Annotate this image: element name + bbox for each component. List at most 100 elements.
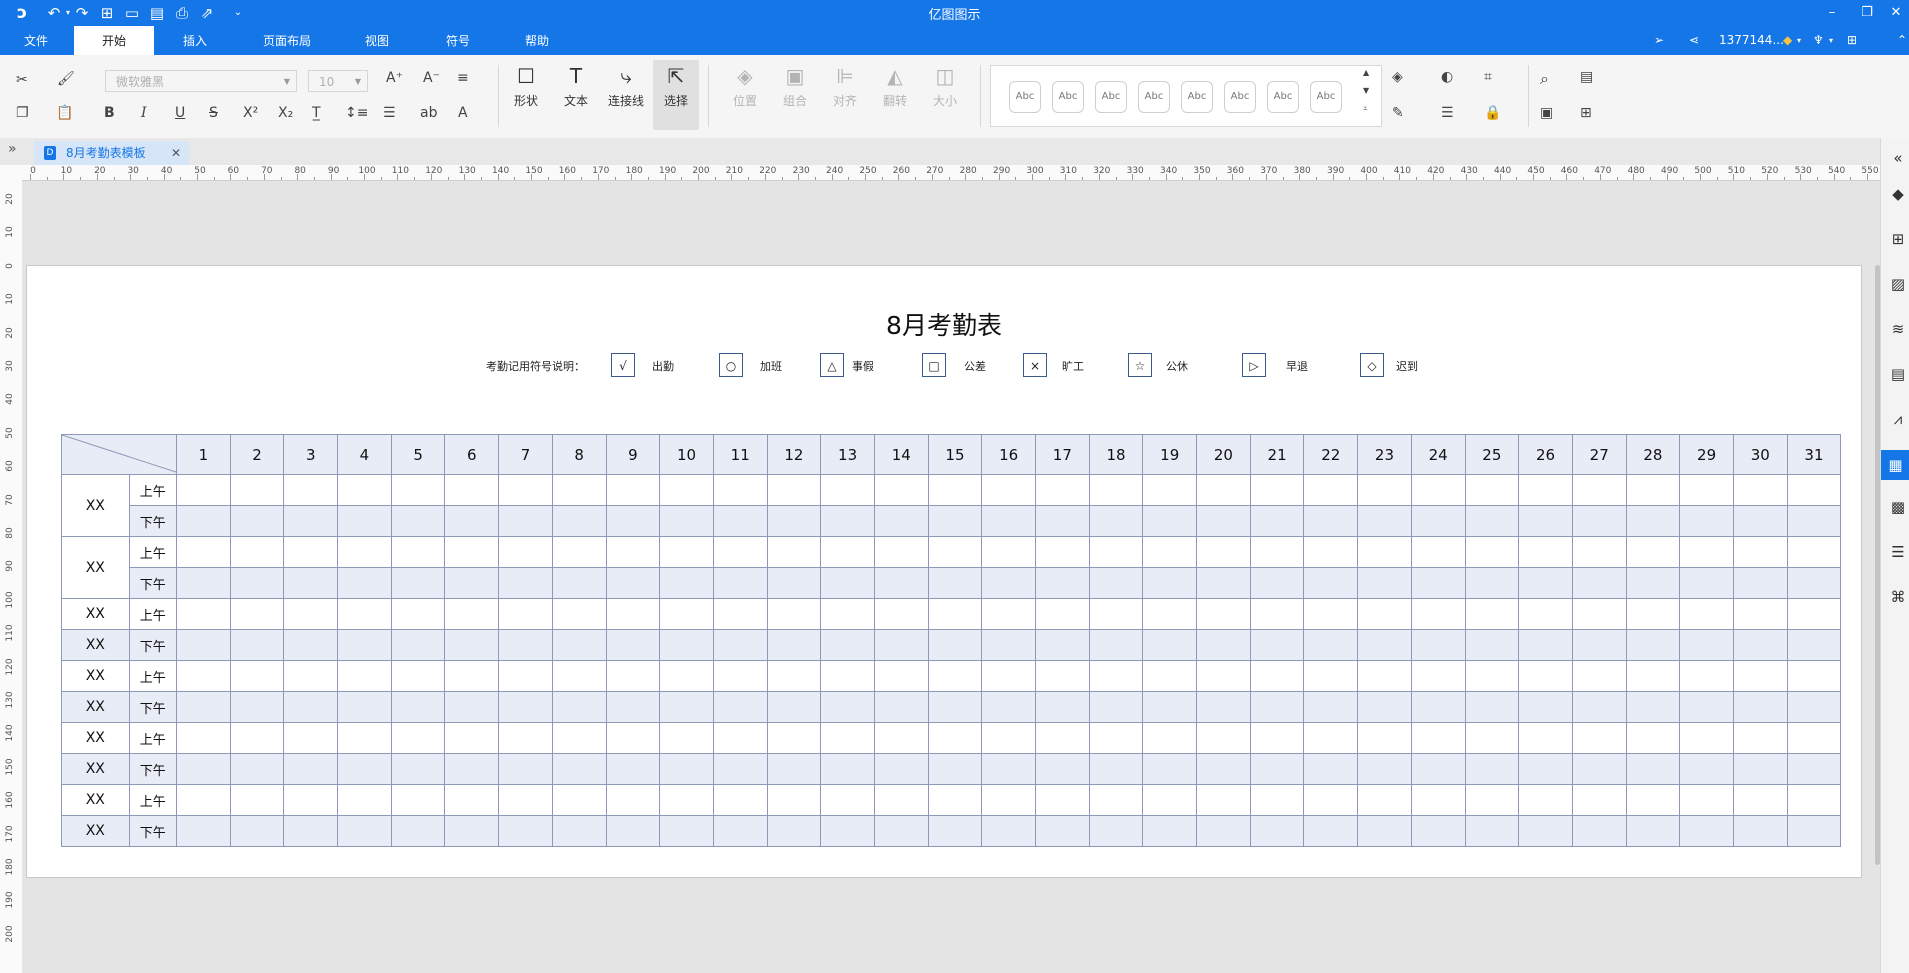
attendance-cell[interactable] <box>1196 567 1251 599</box>
italic-icon[interactable]: I <box>141 105 147 121</box>
attendance-cell[interactable] <box>605 629 661 661</box>
attendance-cell[interactable] <box>283 722 339 754</box>
attendance-cell[interactable] <box>766 691 822 723</box>
attendance-cell[interactable] <box>1249 536 1305 568</box>
period-cell[interactable]: 上午 <box>128 784 178 816</box>
attendance-cell[interactable] <box>283 474 339 506</box>
line-spacing-icon[interactable]: ↕≡ <box>345 105 368 121</box>
attendance-cell[interactable] <box>1303 784 1359 816</box>
day-header-cell[interactable]: 12 <box>766 434 822 475</box>
day-header-cell[interactable]: 3 <box>283 434 339 475</box>
attendance-cell[interactable] <box>337 815 392 847</box>
attendance-cell[interactable] <box>766 815 822 847</box>
attendance-cell[interactable] <box>1732 691 1788 723</box>
attendance-cell[interactable] <box>337 536 392 568</box>
legend-symbol[interactable]: △ <box>820 353 844 377</box>
attendance-cell[interactable] <box>820 722 875 754</box>
attendance-cell[interactable] <box>1088 660 1144 692</box>
attendance-cell[interactable] <box>712 536 768 568</box>
attendance-cell[interactable] <box>498 753 553 785</box>
attendance-cell[interactable] <box>1410 815 1466 847</box>
attendance-cell[interactable] <box>1142 660 1198 692</box>
attendance-cell[interactable] <box>1786 567 1842 599</box>
attendance-cell[interactable] <box>605 536 661 568</box>
attendance-cell[interactable] <box>981 784 1036 816</box>
attendance-cell[interactable] <box>1464 505 1520 537</box>
day-header-cell[interactable]: 20 <box>1196 434 1251 475</box>
tab-help[interactable]: 帮助 <box>515 26 559 55</box>
attendance-cell[interactable] <box>1464 753 1520 785</box>
attendance-cell[interactable] <box>1786 815 1842 847</box>
crop-icon[interactable]: ⌗ <box>1484 69 1492 85</box>
attendance-cell[interactable] <box>1357 722 1412 754</box>
attendance-cell[interactable] <box>766 784 822 816</box>
attendance-cell[interactable] <box>444 598 500 630</box>
attendance-cell[interactable] <box>927 815 983 847</box>
attendance-cell[interactable] <box>712 784 768 816</box>
attendance-cell[interactable] <box>1088 474 1144 506</box>
attendance-cell[interactable] <box>176 505 231 537</box>
attendance-cell[interactable] <box>712 815 768 847</box>
attendance-cell[interactable] <box>659 691 714 723</box>
attendance-cell[interactable] <box>873 691 929 723</box>
table-panel-icon[interactable]: ▦ <box>1881 450 1909 480</box>
attendance-cell[interactable] <box>1518 784 1573 816</box>
legend-symbol[interactable]: ◇ <box>1360 353 1384 377</box>
attendance-cell[interactable] <box>1357 598 1412 630</box>
attendance-cell[interactable] <box>873 784 929 816</box>
position-button[interactable]: ◈ 位置 <box>722 60 768 130</box>
day-header-cell[interactable]: 27 <box>1571 434 1627 475</box>
send-icon[interactable]: ➢ <box>1654 26 1664 55</box>
attendance-cell[interactable] <box>820 598 875 630</box>
attendance-cell[interactable] <box>1035 691 1090 723</box>
attendance-cell[interactable] <box>498 598 553 630</box>
attendance-cell[interactable] <box>1679 598 1734 630</box>
attendance-cell[interactable] <box>229 753 285 785</box>
attendance-cell[interactable] <box>444 691 500 723</box>
attendance-cell[interactable] <box>927 567 983 599</box>
attendance-cell[interactable] <box>1357 691 1412 723</box>
attendance-cell[interactable] <box>1142 536 1198 568</box>
apps-icon[interactable]: ⊞ <box>1847 26 1857 55</box>
legend-item-label[interactable]: 出勤 <box>652 358 674 374</box>
minimize-button[interactable]: – <box>1818 2 1846 24</box>
attendance-cell[interactable] <box>1786 505 1842 537</box>
attendance-cell[interactable] <box>712 660 768 692</box>
attendance-cell[interactable] <box>1303 474 1359 506</box>
attendance-cell[interactable] <box>176 567 231 599</box>
attendance-cell[interactable] <box>1142 753 1198 785</box>
attendance-cell[interactable] <box>1303 536 1359 568</box>
day-header-cell[interactable]: 17 <box>1035 434 1090 475</box>
attendance-cell[interactable] <box>1786 722 1842 754</box>
attendance-cell[interactable] <box>1249 598 1305 630</box>
attendance-cell[interactable] <box>1786 629 1842 661</box>
user-dropdown-icon[interactable]: ▾ <box>1797 26 1801 55</box>
attendance-cell[interactable] <box>820 784 875 816</box>
day-header-cell[interactable]: 11 <box>712 434 768 475</box>
attendance-cell[interactable] <box>766 567 822 599</box>
attendance-cell[interactable] <box>1249 660 1305 692</box>
attendance-cell[interactable] <box>1732 722 1788 754</box>
attendance-cell[interactable] <box>176 474 231 506</box>
attendance-cell[interactable] <box>766 660 822 692</box>
attendance-cell[interactable] <box>1786 598 1842 630</box>
decrease-font-icon[interactable]: A⁻ <box>423 70 440 86</box>
attendance-cell[interactable] <box>659 753 714 785</box>
attendance-cell[interactable] <box>1035 567 1090 599</box>
attendance-cell[interactable] <box>766 629 822 661</box>
attendance-cell[interactable] <box>873 598 929 630</box>
attendance-cell[interactable] <box>1679 629 1734 661</box>
attendance-cell[interactable] <box>712 505 768 537</box>
paste-icon[interactable]: 📋 <box>56 105 73 121</box>
attendance-cell[interactable] <box>1518 815 1573 847</box>
attendance-cell[interactable] <box>981 629 1036 661</box>
attendance-cell[interactable] <box>176 815 231 847</box>
attendance-cell[interactable] <box>1571 722 1627 754</box>
attendance-cell[interactable] <box>229 505 285 537</box>
style-swatch[interactable]: Abc <box>1009 81 1041 113</box>
image-panel-icon[interactable]: ▨ <box>1887 273 1909 295</box>
day-header-cell[interactable]: 8 <box>551 434 607 475</box>
attendance-cell[interactable] <box>444 753 500 785</box>
attendance-cell[interactable] <box>927 598 983 630</box>
employee-name-cell[interactable]: XX <box>61 815 130 847</box>
